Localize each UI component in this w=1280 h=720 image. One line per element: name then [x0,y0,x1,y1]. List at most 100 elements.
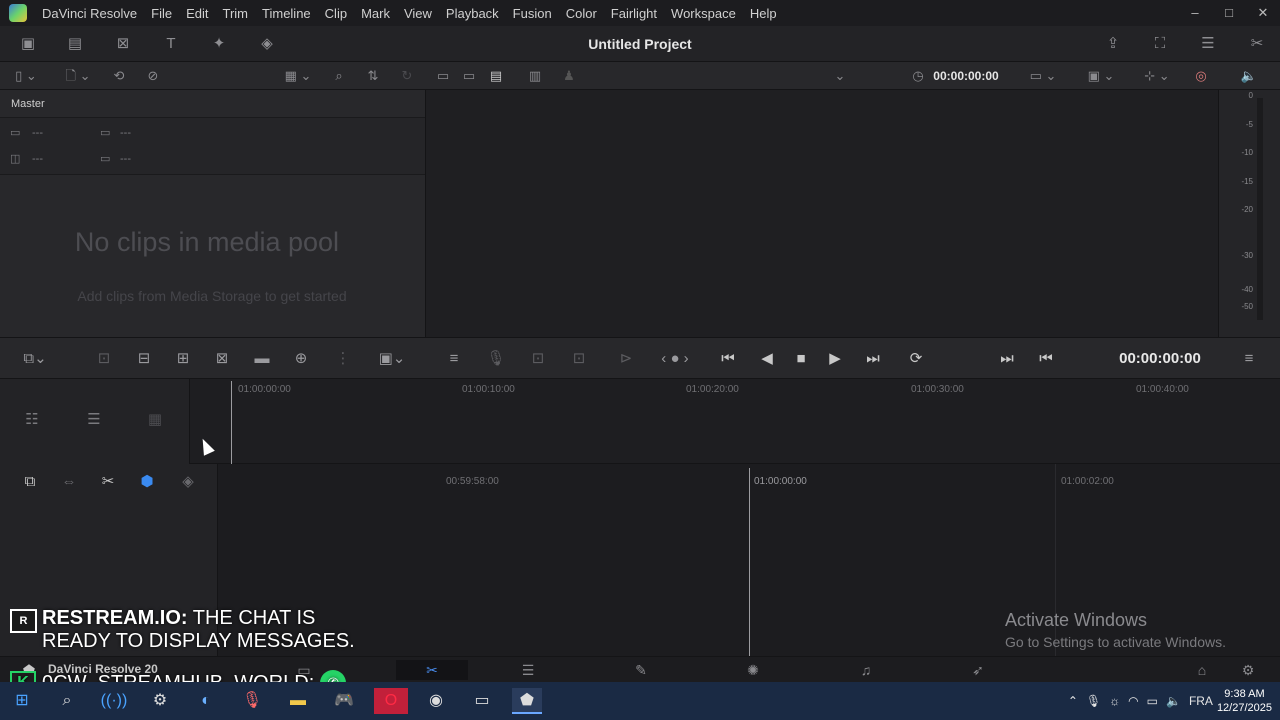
page-color-icon[interactable]: ✺ [733,660,773,680]
page-cut-icon[interactable]: ✂ [396,660,468,680]
maximize-button[interactable]: □ [1212,0,1246,26]
link-icon[interactable]: ⟲ [108,66,130,86]
obs-icon[interactable]: ◉ [421,688,451,714]
reverse-play-icon[interactable]: ◀ [756,348,778,370]
go-to-start-icon[interactable]: ⏮ [714,348,742,370]
close-up-icon[interactable]: ⊠ [211,348,233,370]
lower-playhead[interactable] [749,468,750,658]
marker-icon[interactable]: ⬢ [135,471,159,493]
menu-playback[interactable]: Playback [439,6,506,21]
microphone-icon[interactable]: 🎙 [485,348,507,370]
menu-workspace[interactable]: Workspace [664,6,743,21]
opera-icon[interactable]: O [374,688,408,714]
taskbar-window-icon[interactable]: ▭ [467,688,497,714]
broadcast-icon[interactable]: ((·)) [99,688,129,714]
unlink-icon[interactable]: ⊘ [142,66,164,86]
page-fairlight-icon[interactable]: ♫ [846,660,886,680]
fairlight-fx-icon[interactable]: ◈ [256,33,278,55]
menu-file[interactable]: File [144,6,179,21]
transform-icon[interactable]: ⊹ ⌄ [1136,66,1178,86]
source-overwrite-icon[interactable]: ⊕ [290,348,312,370]
taskbar-app-icon[interactable]: ◐ [191,688,221,714]
home-icon[interactable]: ⌂ [1182,660,1222,680]
speaker-icon[interactable]: 🔈 [1238,66,1260,86]
transitions-icon[interactable]: ⊠ [112,33,134,55]
page-fusion-icon[interactable]: ✎ [621,660,661,680]
stop-icon[interactable]: ■ [790,348,812,370]
tools-icon[interactable]: ✂ [1246,33,1268,55]
menu-app[interactable]: DaVinci Resolve [35,6,144,21]
transport-timecode[interactable]: 00:00:00:00 [1100,338,1220,380]
blade-icon[interactable]: ✂ [96,471,120,493]
mixer-icon[interactable]: ≡ [443,348,465,370]
panel-toggle-icon[interactable]: ▯ ⌄ [6,66,46,86]
menu-color[interactable]: Color [559,6,604,21]
append-icon[interactable]: ⊟ [133,348,155,370]
menu-view[interactable]: View [397,6,439,21]
viewer-dropdown-icon[interactable]: ⌄ [830,66,850,86]
settings-gear-icon[interactable]: ⚙ [1228,660,1268,680]
volume-icon[interactable]: 🔈 [1162,694,1185,708]
color-picker-icon[interactable]: ◎ [1190,66,1212,86]
search-icon[interactable]: ⌕ [328,66,350,86]
taskbar-app-gear-icon[interactable]: ⚙ [145,688,175,714]
taskbar-search-icon[interactable]: ⌕ [52,688,82,714]
menu-timeline[interactable]: Timeline [255,6,318,21]
wifi-icon[interactable]: ◠ [1124,694,1142,708]
play-icon[interactable]: ▶ [824,348,846,370]
close-button[interactable]: ✕ [1246,0,1280,26]
trim-icon[interactable]: ⇔ [57,471,81,493]
viewer-canvas[interactable] [427,90,1217,337]
thumbnail-icon[interactable]: ▣⌄ [372,348,412,370]
media-pool-icon[interactable]: ▣ [17,33,39,55]
layout-dropdown-icon[interactable]: ⧉⌄ [16,348,54,370]
menu-mark[interactable]: Mark [354,6,397,21]
sort-icon[interactable]: ⇅ [362,66,384,86]
upper-playhead[interactable] [231,381,232,464]
tray-brightness-icon[interactable]: ☼ [1105,694,1124,708]
flag-icon[interactable]: ◈ [176,471,200,493]
viewer-mode-3-icon[interactable]: ▤ [485,66,507,86]
set-poi-icon[interactable]: ⊡ [527,348,549,370]
viewer-options-icon[interactable]: ▣ ⌄ [1080,66,1122,86]
bin-name[interactable]: Master [0,90,425,118]
viewer-timecode[interactable]: 00:00:00:00 [930,66,1002,86]
titles-icon[interactable]: T [160,33,182,55]
sync-bin-icon[interactable]: ▤ [64,33,86,55]
place-on-top-icon[interactable]: ▬ [251,348,273,370]
jog-icon[interactable]: ‹ ● › [648,348,702,370]
menu-clip[interactable]: Clip [318,6,354,21]
refresh-icon[interactable]: ↻ [396,66,418,86]
person-icon[interactable]: ♟ [558,66,580,86]
more-options-icon[interactable]: ≡ [1238,348,1260,370]
tray-mic-icon[interactable]: 🎙 [1082,694,1105,708]
game-controller-icon[interactable]: 🎮 [329,688,359,714]
next-edit-icon[interactable]: ⏭ [996,348,1018,370]
menu-trim[interactable]: Trim [216,6,256,21]
davinci-logo-icon[interactable] [9,4,27,22]
import-icon[interactable]: 🗋 ⌄ [58,66,98,86]
zoom-fit-icon[interactable]: ▭ ⌄ [1022,66,1064,86]
menu-edit[interactable]: Edit [179,6,215,21]
fullscreen-icon[interactable]: ⛶ [1149,33,1171,55]
export-icon[interactable]: ⇪ [1102,33,1124,55]
audio-waveform-icon[interactable]: ▦ [143,409,167,431]
windows-start-icon[interactable]: ⊞ [7,688,37,714]
menu-help[interactable]: Help [743,6,784,21]
battery-icon[interactable]: ▭ [1143,694,1162,708]
previous-edit-icon[interactable]: ⏮ [1035,348,1057,370]
tray-chevron-icon[interactable]: ⌃ [1064,694,1082,708]
smart-insert-icon[interactable]: ⊡ [93,348,115,370]
grid-view-icon[interactable]: ▦ ⌄ [278,66,318,86]
loop-icon[interactable]: ⟳ [902,348,930,370]
play-range-icon[interactable]: ⊳ [612,348,640,370]
page-edit-icon[interactable]: ☰ [508,660,548,680]
track-height-icon[interactable]: ☰ [82,409,106,431]
taskbar-mic-icon[interactable]: 🎙 [237,688,267,714]
dual-viewer-icon[interactable]: ▥ [524,66,546,86]
inspector-icon[interactable]: ☰ [1197,33,1219,55]
clock[interactable]: 9:38 AM 12/27/2025 [1217,687,1280,715]
minimize-button[interactable]: – [1178,0,1212,26]
track-options-icon[interactable]: ☷ [20,409,44,431]
poi-icon[interactable]: ⊡ [568,348,590,370]
